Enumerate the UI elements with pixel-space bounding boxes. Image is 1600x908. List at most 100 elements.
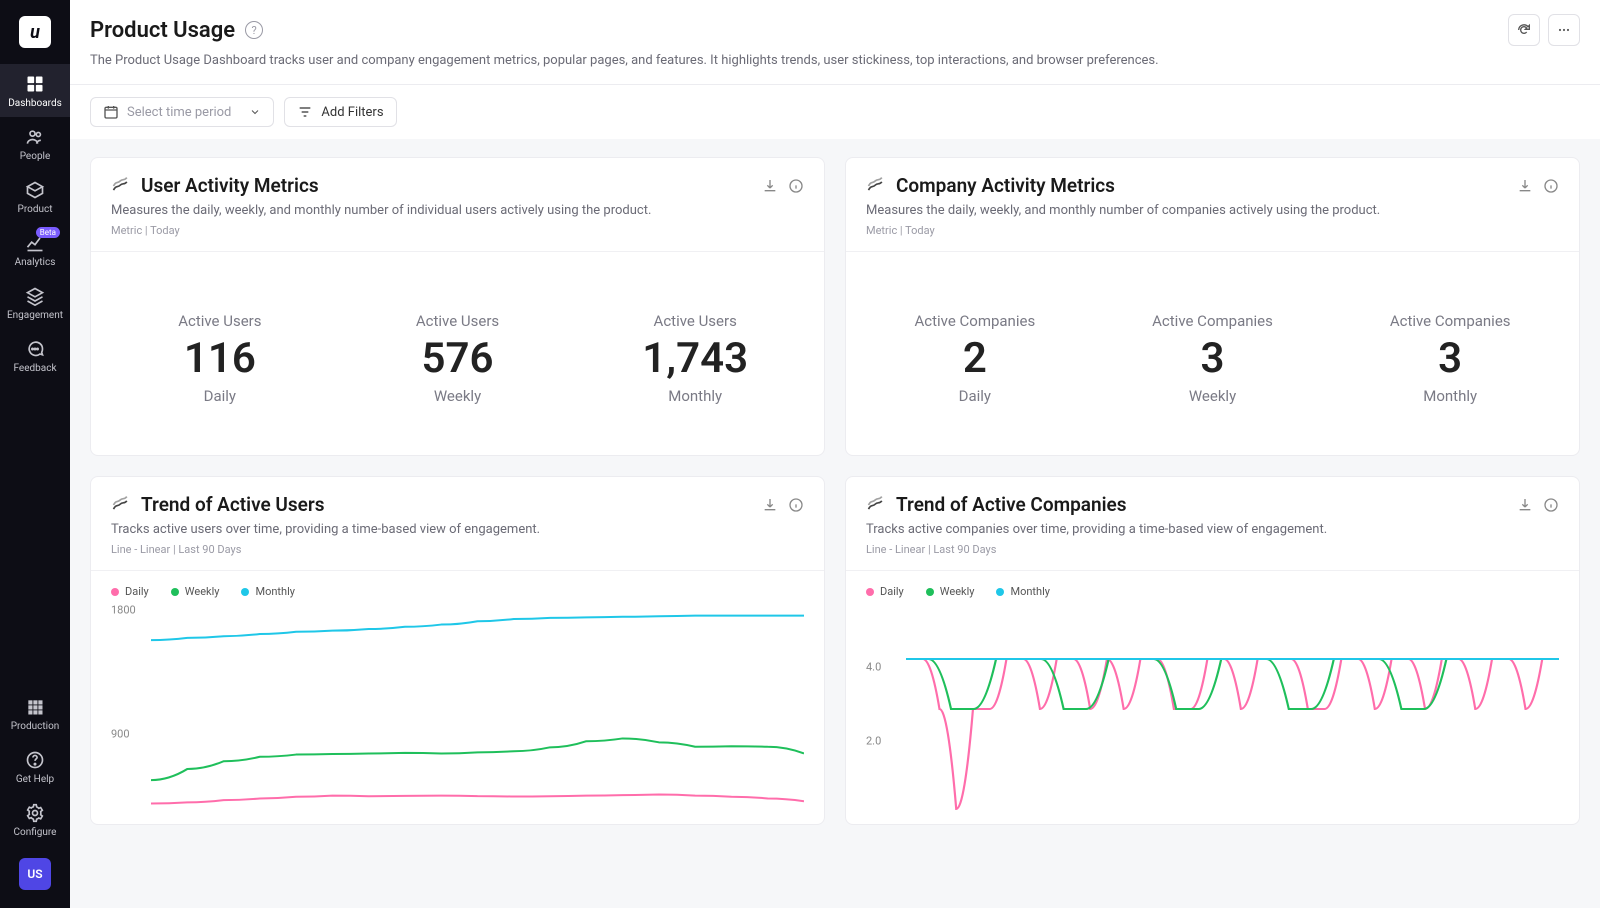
card-meta: Metric | Today bbox=[866, 224, 1559, 237]
card-title: User Activity Metrics bbox=[141, 174, 319, 197]
filter-icon bbox=[297, 104, 313, 120]
card-title: Company Activity Metrics bbox=[896, 174, 1115, 197]
card-company-activity-metrics: Company Activity Metrics Measures the da… bbox=[845, 157, 1580, 456]
metric-period: Monthly bbox=[576, 387, 814, 405]
metric-label: Active Users bbox=[339, 312, 577, 330]
metric-period: Monthly bbox=[1331, 387, 1569, 405]
legend-dot-daily bbox=[111, 588, 119, 596]
legend-dot-weekly bbox=[926, 588, 934, 596]
download-icon[interactable] bbox=[1517, 178, 1533, 194]
engagement-icon bbox=[25, 286, 45, 306]
chart-icon bbox=[866, 495, 886, 515]
legend-dot-monthly bbox=[241, 588, 249, 596]
info-icon[interactable] bbox=[788, 497, 804, 513]
metric-label: Active Companies bbox=[1094, 312, 1332, 330]
help-tooltip-icon[interactable]: ? bbox=[245, 21, 263, 39]
card-meta: Line - Linear | Last 90 Days bbox=[111, 543, 804, 556]
more-horizontal-icon bbox=[1556, 22, 1572, 38]
card-description: Measures the daily, weekly, and monthly … bbox=[866, 203, 1559, 218]
metric-period: Daily bbox=[101, 387, 339, 405]
sidebar-item-label: Engagement bbox=[7, 310, 63, 321]
page-title: Product Usage bbox=[90, 18, 235, 43]
legend-label: Weekly bbox=[185, 585, 220, 598]
legend-label: Daily bbox=[125, 585, 149, 598]
card-description: Tracks active users over time, providing… bbox=[111, 522, 804, 537]
chart-icon bbox=[111, 176, 131, 196]
legend-dot-daily bbox=[866, 588, 874, 596]
product-icon bbox=[25, 180, 45, 200]
sidebar-item-label: Dashboards bbox=[8, 98, 62, 109]
dashboard-icon bbox=[25, 74, 45, 94]
sidebar-item-label: Product bbox=[18, 204, 53, 215]
chart-svg bbox=[151, 604, 804, 814]
feedback-icon bbox=[25, 339, 45, 359]
metric-period: Weekly bbox=[1094, 387, 1332, 405]
avatar[interactable]: US bbox=[19, 858, 51, 890]
people-icon bbox=[25, 127, 45, 147]
metric-daily: Active Companies 2 Daily bbox=[856, 312, 1094, 405]
sidebar-item-product[interactable]: Product bbox=[0, 170, 70, 223]
chart-svg bbox=[906, 604, 1559, 814]
download-icon[interactable] bbox=[762, 497, 778, 513]
configure-icon bbox=[25, 803, 45, 823]
sidebar-item-dashboards[interactable]: Dashboards bbox=[0, 64, 70, 117]
sidebar: u Dashboards People Product Beta Analyti… bbox=[0, 0, 70, 908]
production-icon bbox=[25, 697, 45, 717]
chart-icon bbox=[866, 176, 886, 196]
card-user-activity-metrics: User Activity Metrics Measures the daily… bbox=[90, 157, 825, 456]
chart-area: 4.0 2.0 bbox=[866, 604, 1559, 814]
sidebar-item-get-help[interactable]: Get Help bbox=[0, 740, 70, 793]
info-icon[interactable] bbox=[1543, 497, 1559, 513]
main: Product Usage ? The Product Usage Dashbo… bbox=[70, 0, 1600, 908]
y-tick: 2.0 bbox=[866, 734, 881, 747]
sidebar-item-label: Get Help bbox=[16, 774, 54, 785]
sidebar-item-feedback[interactable]: Feedback bbox=[0, 329, 70, 382]
metric-label: Active Users bbox=[576, 312, 814, 330]
metric-daily: Active Users 116 Daily bbox=[101, 312, 339, 405]
metric-period: Weekly bbox=[339, 387, 577, 405]
card-description: Tracks active companies over time, provi… bbox=[866, 522, 1559, 537]
metric-label: Active Companies bbox=[1331, 312, 1569, 330]
legend-label: Daily bbox=[880, 585, 904, 598]
sidebar-item-label: Production bbox=[11, 721, 60, 732]
metric-period: Daily bbox=[856, 387, 1094, 405]
refresh-button[interactable] bbox=[1508, 14, 1540, 46]
info-icon[interactable] bbox=[1543, 178, 1559, 194]
download-icon[interactable] bbox=[762, 178, 778, 194]
info-icon[interactable] bbox=[788, 178, 804, 194]
sidebar-item-configure[interactable]: Configure bbox=[0, 793, 70, 846]
metric-value: 116 bbox=[101, 334, 339, 383]
add-filters-label: Add Filters bbox=[321, 105, 383, 120]
add-filters-button[interactable]: Add Filters bbox=[284, 97, 396, 127]
legend-label: Monthly bbox=[1010, 585, 1050, 598]
app-logo[interactable]: u bbox=[19, 16, 51, 48]
legend-dot-weekly bbox=[171, 588, 179, 596]
download-icon[interactable] bbox=[1517, 497, 1533, 513]
calendar-icon bbox=[103, 104, 119, 120]
metric-value: 3 bbox=[1094, 334, 1332, 383]
header: Product Usage ? The Product Usage Dashbo… bbox=[70, 0, 1600, 85]
metric-value: 1,743 bbox=[576, 334, 814, 383]
sidebar-item-people[interactable]: People bbox=[0, 117, 70, 170]
sidebar-item-engagement[interactable]: Engagement bbox=[0, 276, 70, 329]
sidebar-item-production[interactable]: Production bbox=[0, 687, 70, 740]
chart-icon bbox=[111, 495, 131, 515]
beta-badge: Beta bbox=[36, 227, 60, 238]
y-tick: 1800 bbox=[111, 604, 136, 617]
legend-label: Weekly bbox=[940, 585, 975, 598]
card-meta: Line - Linear | Last 90 Days bbox=[866, 543, 1559, 556]
metrics-body: Active Users 116 Daily Active Users 576 … bbox=[91, 252, 824, 455]
legend-dot-monthly bbox=[996, 588, 1004, 596]
chart-area: 1800 900 bbox=[111, 604, 804, 814]
time-period-placeholder: Select time period bbox=[127, 105, 231, 120]
metric-label: Active Companies bbox=[856, 312, 1094, 330]
card-title: Trend of Active Users bbox=[141, 493, 325, 516]
legend-label: Monthly bbox=[255, 585, 295, 598]
sidebar-item-analytics[interactable]: Beta Analytics bbox=[0, 223, 70, 276]
metric-value: 3 bbox=[1331, 334, 1569, 383]
more-button[interactable] bbox=[1548, 14, 1580, 46]
metric-label: Active Users bbox=[101, 312, 339, 330]
time-period-select[interactable]: Select time period bbox=[90, 97, 274, 127]
card-meta: Metric | Today bbox=[111, 224, 804, 237]
toolbar: Select time period Add Filters bbox=[70, 85, 1600, 139]
